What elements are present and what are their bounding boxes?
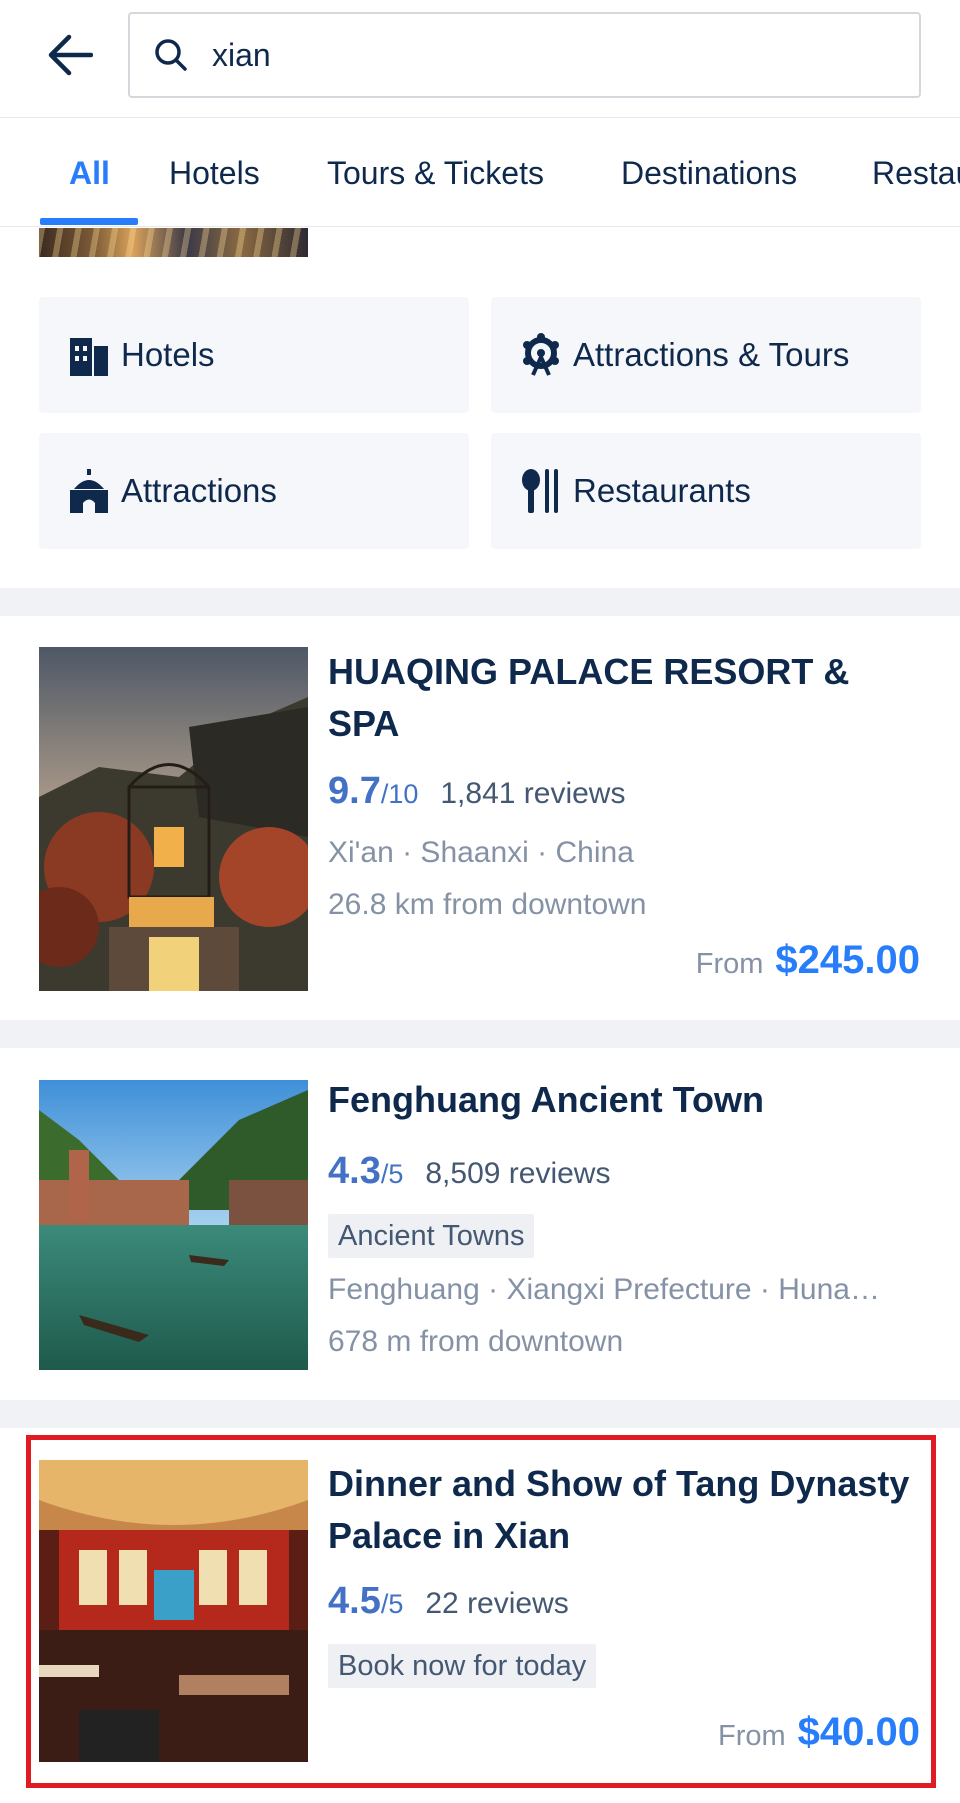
rating-score: 4.3	[328, 1150, 381, 1192]
fork-knife-icon	[519, 469, 563, 513]
section-divider	[0, 1400, 960, 1428]
search-icon	[154, 37, 190, 73]
result-distance: 678 m from downtown	[328, 1325, 624, 1358]
category-attractions[interactable]: Attractions	[39, 433, 469, 549]
building-icon	[67, 333, 111, 377]
category-label: Restaurants	[573, 472, 751, 509]
result-title: HUAQING PALACE RESORT & SPA	[328, 651, 850, 744]
rating-row: 4.3/5 8,509 reviews	[328, 1150, 610, 1193]
back-button[interactable]	[36, 22, 102, 88]
price-amount: $245.00	[775, 938, 920, 982]
result-location: Fenghuang · Xiangxi Prefecture · Huna…	[328, 1273, 880, 1306]
result-card-huaqing[interactable]: HUAQING PALACE RESORT & SPA 9.7/10 1,841 …	[0, 616, 960, 1020]
review-count: 22 reviews	[425, 1587, 569, 1620]
result-thumbnail	[39, 1080, 308, 1370]
rating-row: 4.5/5 22 reviews	[328, 1580, 569, 1623]
arrow-left-icon	[48, 34, 93, 76]
section-divider	[0, 588, 960, 616]
rating-score: 9.7	[328, 770, 381, 812]
price-row: From $40.00	[718, 1710, 920, 1755]
tab-destinations[interactable]: Destinations	[621, 155, 797, 192]
rating-scale: /5	[380, 1589, 404, 1619]
review-count: 1,841 reviews	[440, 777, 626, 810]
review-count: 8,509 reviews	[425, 1157, 611, 1190]
search-box[interactable]	[128, 12, 921, 98]
result-thumbnail	[39, 1460, 308, 1762]
category-hotels[interactable]: Hotels	[39, 297, 469, 413]
availability-tag: Book now for today	[328, 1644, 597, 1688]
category-label: Attractions & Tours	[573, 336, 850, 373]
category-restaurants[interactable]: Restaurants	[491, 433, 921, 549]
header-bar	[0, 0, 960, 118]
price-from-label: From	[717, 1720, 786, 1752]
section-divider	[0, 1020, 960, 1048]
banner-image[interactable]	[39, 228, 308, 257]
landmark-icon	[67, 469, 111, 513]
result-card-tang-dynasty-show[interactable]: Dinner and Show of Tang Dynasty Palace i…	[0, 1428, 960, 1803]
tab-restaurants[interactable]: Restaurants	[872, 155, 960, 192]
category-label: Attractions	[121, 472, 277, 509]
result-distance: 26.8 km from downtown	[328, 888, 647, 921]
price-amount: $40.00	[797, 1710, 920, 1754]
tab-all[interactable]: All	[69, 155, 110, 192]
price-row: From $245.00	[696, 938, 920, 983]
category-tabs: All Hotels Tours & Tickets Destinations …	[0, 119, 960, 227]
search-input[interactable]	[212, 36, 892, 74]
result-card-fenghuang[interactable]: Fenghuang Ancient Town 4.3/5 8,509 review…	[0, 1048, 960, 1400]
price-from-label: From	[695, 948, 764, 980]
rating-row: 9.7/10 1,841 reviews	[328, 770, 625, 813]
rating-scale: /10	[380, 779, 419, 809]
result-title: Fenghuang Ancient Town	[328, 1079, 764, 1120]
active-tab-indicator	[40, 218, 138, 225]
category-attractions-tours[interactable]: Attractions & Tours	[491, 297, 921, 413]
result-title: Dinner and Show of Tang Dynasty Palace i…	[328, 1463, 910, 1556]
tab-tours-tickets[interactable]: Tours & Tickets	[327, 155, 544, 192]
rating-scale: /5	[380, 1159, 404, 1189]
result-thumbnail	[39, 647, 308, 991]
result-location: Xi'an · Shaanxi · China	[328, 836, 634, 869]
category-label: Hotels	[121, 336, 215, 373]
tab-hotels[interactable]: Hotels	[169, 155, 260, 192]
category-tag: Ancient Towns	[328, 1214, 535, 1258]
rating-score: 4.5	[328, 1580, 381, 1622]
ferris-wheel-icon	[519, 333, 563, 377]
